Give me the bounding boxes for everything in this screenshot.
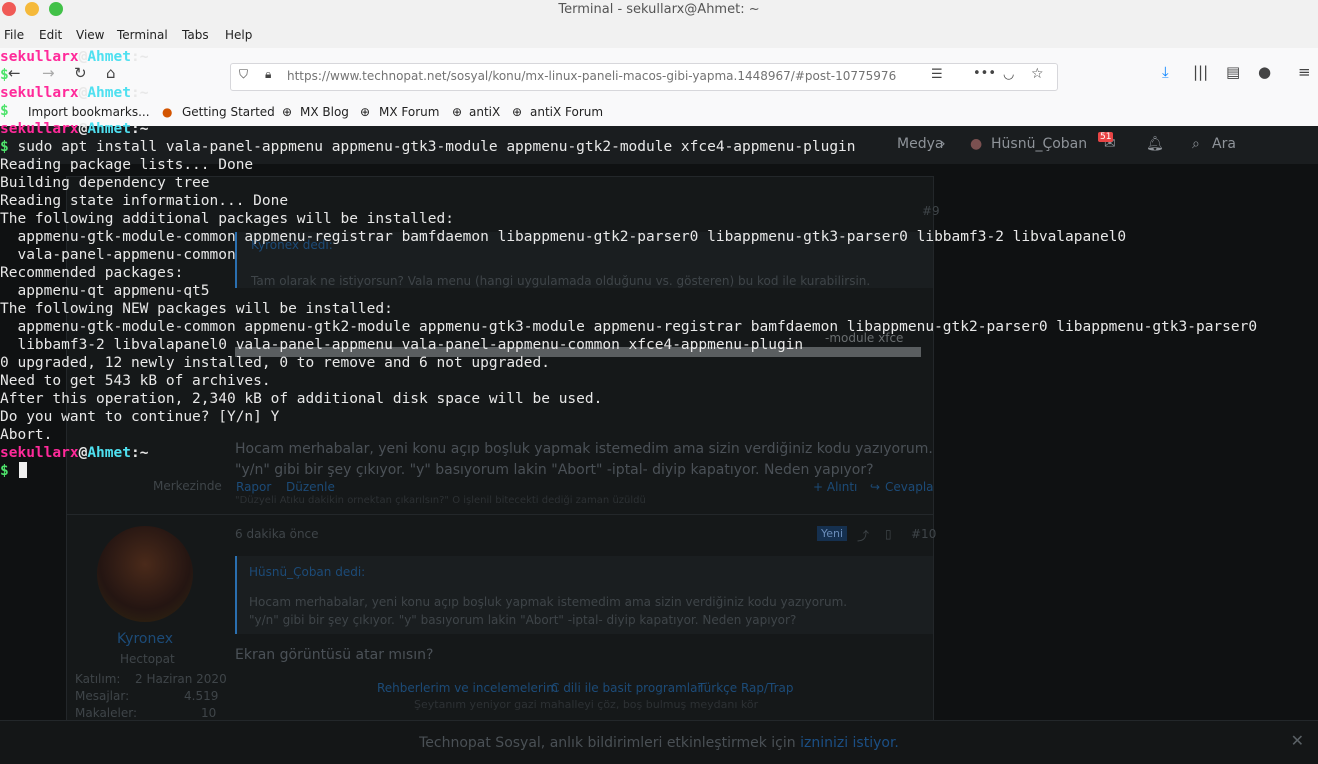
push-notification-banner: Technopat Sosyal, anlık bildirimleri etk… — [0, 720, 1318, 764]
prompt-line: sekullarx@Ahmet:~ — [0, 48, 148, 66]
prompt-line: sekullarx@Ahmet:~ — [0, 84, 148, 102]
close-icon[interactable]: ✕ — [1291, 731, 1304, 750]
output-line: After this operation, 2,340 kB of additi… — [0, 391, 603, 407]
menu-file[interactable]: File — [4, 28, 24, 42]
prompt-user: sekullarx — [0, 445, 79, 461]
menu-view[interactable]: View — [76, 28, 104, 42]
menu-terminal[interactable]: Terminal — [117, 28, 168, 42]
prompt-host: Ahmet — [87, 121, 131, 137]
prompt-symbol-line: $ — [0, 66, 9, 84]
notice-text: Technopat Sosyal, anlık bildirimleri etk… — [0, 735, 1318, 751]
prompt-at: @ — [78, 121, 88, 137]
prompt-line: sekullarx@Ahmet:~ — [0, 120, 148, 138]
notice-message: Technopat Sosyal, anlık bildirimleri etk… — [419, 735, 796, 751]
active-prompt-line[interactable]: $ — [0, 462, 28, 480]
prompt-symbol: $ — [0, 139, 9, 155]
output-line: Building dependency tree — [0, 175, 210, 191]
output-line: Reading state information... Done — [0, 193, 289, 209]
output-line: Need to get 543 kB of archives. — [0, 373, 271, 389]
text-cursor[interactable] — [19, 462, 28, 478]
output-line: Recommended packages: — [0, 265, 184, 281]
menu-help[interactable]: Help — [225, 28, 252, 42]
menu-edit[interactable]: Edit — [39, 28, 62, 42]
prompt-path: :~ — [130, 49, 149, 65]
prompt-at: @ — [78, 49, 88, 65]
prompt-user: sekullarx — [0, 121, 79, 137]
window-title: Terminal - sekullarx@Ahmet: ~ — [558, 2, 760, 17]
terminal-menubar: File Edit View Terminal Tabs Help — [0, 22, 1318, 49]
prompt-host: Ahmet — [87, 445, 131, 461]
output-line: vala-panel-appmenu-common — [0, 247, 236, 263]
menu-tabs[interactable]: Tabs — [182, 28, 209, 42]
output-line: Do you want to continue? [Y/n] Y — [0, 409, 280, 425]
prompt-user: sekullarx — [0, 49, 79, 65]
output-line: appmenu-qt appmenu-qt5 — [0, 283, 210, 299]
output-line: 0 upgraded, 12 newly installed, 0 to rem… — [0, 355, 550, 371]
prompt-path: :~ — [130, 121, 149, 137]
prompt-symbol: $ — [0, 103, 9, 119]
output-line: libbamf3-2 libvalapanel0 vala-panel-appm… — [0, 337, 804, 353]
output-line: The following NEW packages will be insta… — [0, 301, 393, 317]
output-line: Reading package lists... Done — [0, 157, 254, 173]
prompt-user: sekullarx — [0, 85, 79, 101]
output-line: appmenu-gtk-module-common appmenu-regist… — [0, 229, 1127, 245]
prompt-symbol: $ — [0, 67, 9, 83]
prompt-at: @ — [78, 85, 88, 101]
window-titlebar: Terminal - sekullarx@Ahmet: ~ — [0, 0, 1318, 22]
prompt-symbol-line: $ — [0, 102, 9, 120]
output-line: The following additional packages will b… — [0, 211, 454, 227]
output-line: Abort. — [0, 427, 53, 443]
output-line: appmenu-gtk-module-common appmenu-gtk2-m… — [0, 319, 1258, 335]
prompt-symbol: $ — [0, 463, 9, 479]
prompt-path: :~ — [130, 445, 149, 461]
prompt-at: @ — [78, 445, 88, 461]
prompt-line: sekullarx@Ahmet:~ — [0, 444, 148, 462]
prompt-host: Ahmet — [87, 49, 131, 65]
terminal-output[interactable]: sekullarx@Ahmet:~ $ sekullarx@Ahmet:~ $ … — [0, 48, 1318, 720]
prompt-host: Ahmet — [87, 85, 131, 101]
prompt-path: :~ — [130, 85, 149, 101]
notice-permission-link[interactable]: izninizi istiyor. — [800, 735, 899, 751]
command-line: $ sudo apt install vala-panel-appmenu ap… — [0, 138, 856, 156]
command-text: sudo apt install vala-panel-appmenu appm… — [8, 139, 856, 155]
